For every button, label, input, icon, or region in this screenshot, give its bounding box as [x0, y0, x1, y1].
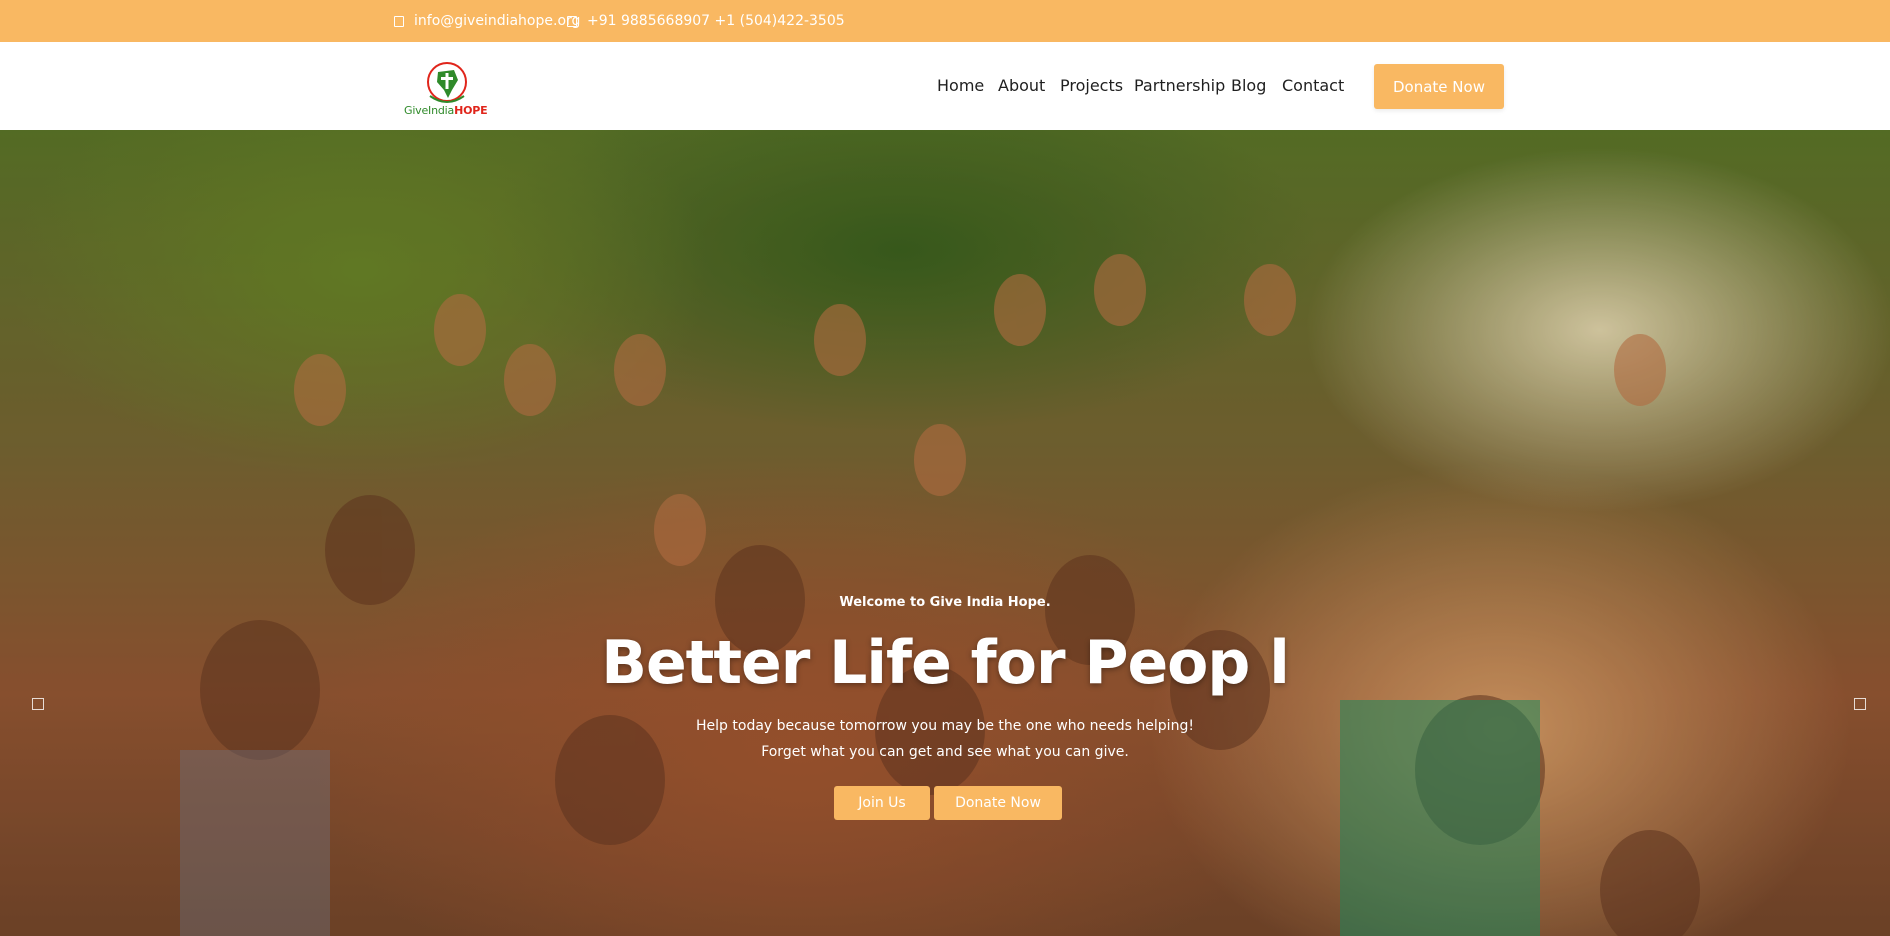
- hero-welcome-text: Welcome to Give India Hope.: [839, 595, 1051, 610]
- contact-email-text[interactable]: info@giveindiahope.org: [414, 13, 580, 29]
- donate-now-button[interactable]: Donate Now: [1374, 64, 1504, 109]
- contact-phone-text[interactable]: +91 9885668907 +1 (504)422-3505: [587, 13, 845, 29]
- site-header: GiveIndiaHOPE Home About Projects Partne…: [0, 42, 1890, 130]
- nav-item-blog[interactable]: Blog: [1231, 76, 1266, 95]
- nav-item-contact[interactable]: Contact: [1282, 76, 1344, 95]
- envelope-icon: [394, 15, 404, 27]
- site-logo[interactable]: GiveIndiaHOPE: [404, 60, 490, 120]
- top-contact-bar: info@giveindiahope.org +91 9885668907 +1…: [0, 0, 1890, 42]
- nav-item-partnership[interactable]: Partnership: [1134, 76, 1225, 95]
- slider-next-arrow[interactable]: [1854, 698, 1866, 710]
- nav-item-home[interactable]: Home: [937, 76, 984, 95]
- hero-donate-button[interactable]: Donate Now: [934, 786, 1062, 820]
- phone-icon: [567, 15, 577, 27]
- logo-emblem: [427, 62, 467, 103]
- logo-wordmark-part2: HOPE: [454, 104, 488, 117]
- hero-subtitle-line2: Forget what you can get and see what you…: [761, 744, 1129, 760]
- join-us-button[interactable]: Join Us: [834, 786, 930, 820]
- logo-wordmark: GiveIndiaHOPE: [404, 104, 494, 117]
- hero-headline: Better Life for Peop l: [601, 628, 1290, 698]
- hero-buttons: Join Us Donate Now: [834, 786, 1062, 820]
- nav-item-projects[interactable]: Projects: [1060, 76, 1123, 95]
- slider-prev-arrow[interactable]: [32, 698, 44, 710]
- contact-email[interactable]: info@giveindiahope.org: [394, 0, 580, 42]
- nav-item-about[interactable]: About: [998, 76, 1045, 95]
- logo-wordmark-part1: GiveIndia: [404, 104, 455, 117]
- contact-phone[interactable]: +91 9885668907 +1 (504)422-3505: [567, 0, 845, 42]
- hero-subtitle-line1: Help today because tomorrow you may be t…: [696, 718, 1194, 734]
